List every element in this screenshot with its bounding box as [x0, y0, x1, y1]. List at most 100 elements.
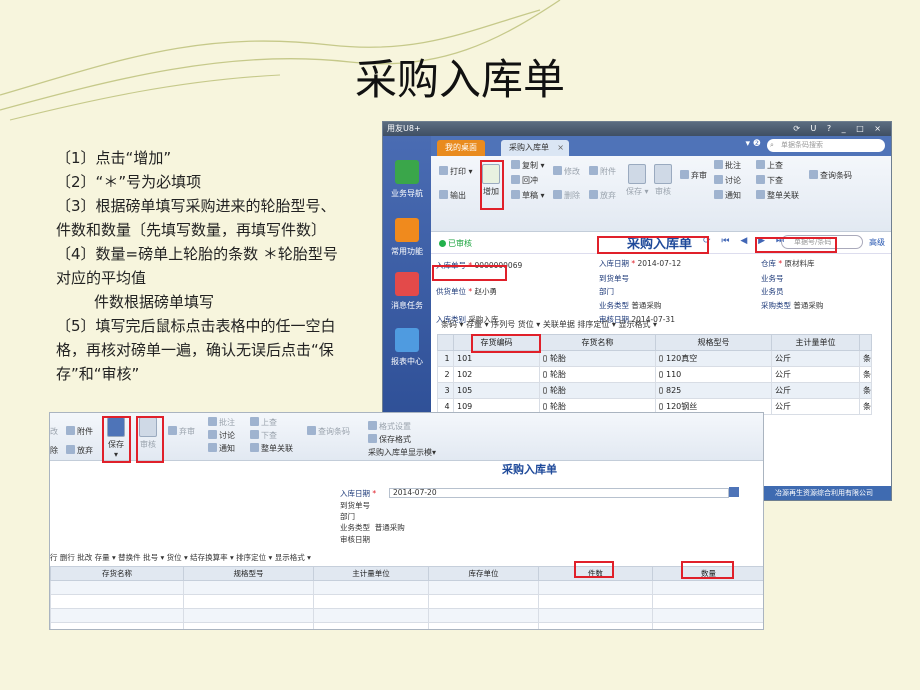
- query-barcode-button[interactable]: 查询条码: [809, 170, 852, 181]
- table-row[interactable]: [50, 594, 763, 609]
- unit-cell[interactable]: 公斤: [771, 350, 860, 367]
- item-code-cell[interactable]: 102: [453, 366, 540, 383]
- dept-field[interactable]: 部门: [599, 286, 614, 297]
- delete-label: 除: [50, 446, 58, 455]
- nav-business[interactable]: 业务导航: [383, 160, 431, 199]
- search-placeholder: 单据条码搜索: [781, 141, 823, 149]
- warehouse-field[interactable]: 仓库 * 原材料库: [761, 258, 815, 269]
- unit-cell[interactable]: 公斤: [771, 398, 860, 415]
- discuss-button[interactable]: 讨论: [714, 175, 741, 186]
- in-date-input[interactable]: 2014-07-20: [389, 488, 729, 498]
- notify-button[interactable]: 通知: [714, 190, 741, 201]
- grid-toolbar[interactable]: 条码 ▾ 存量 ▾ 序列号 货位 ▾ 关联单据 排序定位 ▾ 显示格式 ▾: [431, 318, 891, 332]
- extra-cell[interactable]: 条: [859, 366, 872, 383]
- notify-button[interactable]: 通知: [208, 443, 235, 454]
- query-down-button[interactable]: 下查: [756, 175, 783, 186]
- query-down-button[interactable]: 下查: [250, 430, 277, 441]
- print-button[interactable]: 打印 ▾: [439, 166, 473, 177]
- unit-cell[interactable]: 公斤: [771, 366, 860, 383]
- modify-button[interactable]: 改: [50, 426, 58, 437]
- attachment-icon: [543, 403, 547, 410]
- tab-purchase-inbound[interactable]: 采购入库单 ×: [501, 140, 569, 156]
- nav-common[interactable]: 常用功能: [383, 218, 431, 257]
- table-row[interactable]: 3 105 轮胎 825 公斤 条: [437, 382, 872, 399]
- delete-button[interactable]: 除: [50, 445, 58, 456]
- table-row[interactable]: [50, 608, 763, 623]
- annotate-button[interactable]: 批注: [714, 160, 741, 171]
- output-button[interactable]: 输出: [439, 190, 466, 201]
- zoom-grid-toolbar[interactable]: 行 删行 批改 存量 ▾ 替换件 批号 ▾ 货位 ▾ 结存换算率 ▾ 排序定位 …: [50, 551, 763, 564]
- unit-cell[interactable]: 公斤: [771, 382, 860, 399]
- draft-button[interactable]: 草稿 ▾: [511, 190, 545, 201]
- doc-barcode-search[interactable]: ⌕ 单据条码搜索: [767, 139, 885, 152]
- abandon-audit-button[interactable]: 弃审: [168, 426, 195, 437]
- barcode-icon: [307, 426, 316, 435]
- item-name-cell[interactable]: 轮胎: [539, 366, 656, 383]
- help-icon[interactable]: ▾ ❷: [746, 139, 761, 149]
- discuss-button[interactable]: 讨论: [208, 430, 235, 441]
- close-tab-icon[interactable]: ×: [557, 140, 564, 156]
- save-format-button[interactable]: 保存格式: [368, 434, 411, 445]
- release-button[interactable]: 放弃: [66, 445, 93, 456]
- audit-highlight-box: [136, 416, 164, 463]
- spec-cell[interactable]: 120真空: [655, 350, 772, 367]
- window-controls[interactable]: ⟳ U ? _ □ ×: [793, 122, 885, 136]
- supplier-field[interactable]: 供货单位 * 赵小勇: [436, 286, 497, 297]
- biz-type-field[interactable]: 业务类型 普通采购: [340, 522, 405, 533]
- nav-messages[interactable]: 消息任务: [383, 272, 431, 311]
- audit-icon: [654, 164, 672, 184]
- attach-button[interactable]: 附件: [589, 166, 616, 177]
- template-select[interactable]: 采购入库单显示模▾: [368, 447, 436, 458]
- extra-cell[interactable]: 条: [859, 398, 872, 415]
- save-label: 保存: [626, 187, 642, 196]
- extra-cell[interactable]: 条: [859, 382, 872, 399]
- calendar-icon[interactable]: [729, 487, 739, 497]
- release-button[interactable]: 放弃: [589, 190, 616, 201]
- row-number: 3: [437, 382, 454, 399]
- advanced-link[interactable]: 高级: [869, 237, 885, 248]
- arrival-no-field[interactable]: 到货单号: [599, 273, 629, 284]
- item-name-value: 轮胎: [550, 402, 566, 411]
- purchase-type-label: 采购类型: [761, 301, 791, 310]
- discuss-label: 讨论: [725, 176, 741, 185]
- audit-button[interactable]: 审核: [654, 164, 672, 197]
- purchase-type-value: 普通采购: [793, 301, 824, 310]
- item-name-cell[interactable]: 轮胎: [539, 382, 656, 399]
- copy-button[interactable]: 复制 ▾: [511, 160, 545, 171]
- modify-button[interactable]: 修改: [553, 166, 580, 177]
- in-date-value: 2014-07-12: [637, 259, 682, 268]
- step-4: 〔4〕数量=磅单上轮胎的条数 ＊轮胎型号对应的平均值: [56, 245, 338, 287]
- table-row[interactable]: [50, 622, 763, 629]
- warehouse-value: 原材料库: [784, 259, 815, 268]
- tab-desktop[interactable]: 我的桌面: [437, 140, 485, 156]
- spec-cell[interactable]: 825: [655, 382, 772, 399]
- query-barcode-button[interactable]: 查询条码: [307, 426, 350, 437]
- table-row[interactable]: 2 102 轮胎 110 公斤 条: [437, 366, 872, 383]
- format-settings-button[interactable]: 格式设置: [368, 421, 411, 432]
- item-name-value: 轮胎: [550, 370, 566, 379]
- query-up-button[interactable]: 上查: [756, 160, 783, 171]
- biz-type-field[interactable]: 业务类型 普通采购: [599, 300, 661, 311]
- spec-cell[interactable]: 110: [655, 366, 772, 383]
- clerk-field[interactable]: 业务员: [761, 286, 784, 297]
- save-button[interactable]: 保存 ▾: [626, 164, 649, 197]
- business-no-field[interactable]: 业务号: [761, 273, 784, 284]
- save-format-icon: [368, 434, 377, 443]
- item-code-cell[interactable]: 105: [453, 382, 540, 399]
- annotate-button[interactable]: 批注: [208, 417, 235, 428]
- discuss-icon: [714, 175, 723, 184]
- whole-link-button[interactable]: 整单关联: [756, 190, 799, 201]
- abandon-audit-button[interactable]: 弃审: [680, 170, 707, 181]
- purchase-type-field[interactable]: 采购类型 普通采购: [761, 300, 823, 311]
- rush-button[interactable]: 回冲: [511, 175, 538, 186]
- in-date-field[interactable]: 入库日期 * 2014-07-12: [599, 258, 681, 269]
- attach-button[interactable]: 附件: [66, 426, 93, 437]
- extra-cell[interactable]: 条: [859, 350, 872, 367]
- delete-button[interactable]: 删除: [553, 190, 580, 201]
- item-name-cell[interactable]: 轮胎: [539, 350, 656, 367]
- whole-link-button[interactable]: 整单关联: [250, 443, 293, 454]
- tab-purchase-inbound-label: 采购入库单: [509, 143, 549, 152]
- query-up-button[interactable]: 上查: [250, 417, 277, 428]
- table-row[interactable]: [50, 580, 763, 595]
- nav-reports[interactable]: 报表中心: [383, 328, 431, 367]
